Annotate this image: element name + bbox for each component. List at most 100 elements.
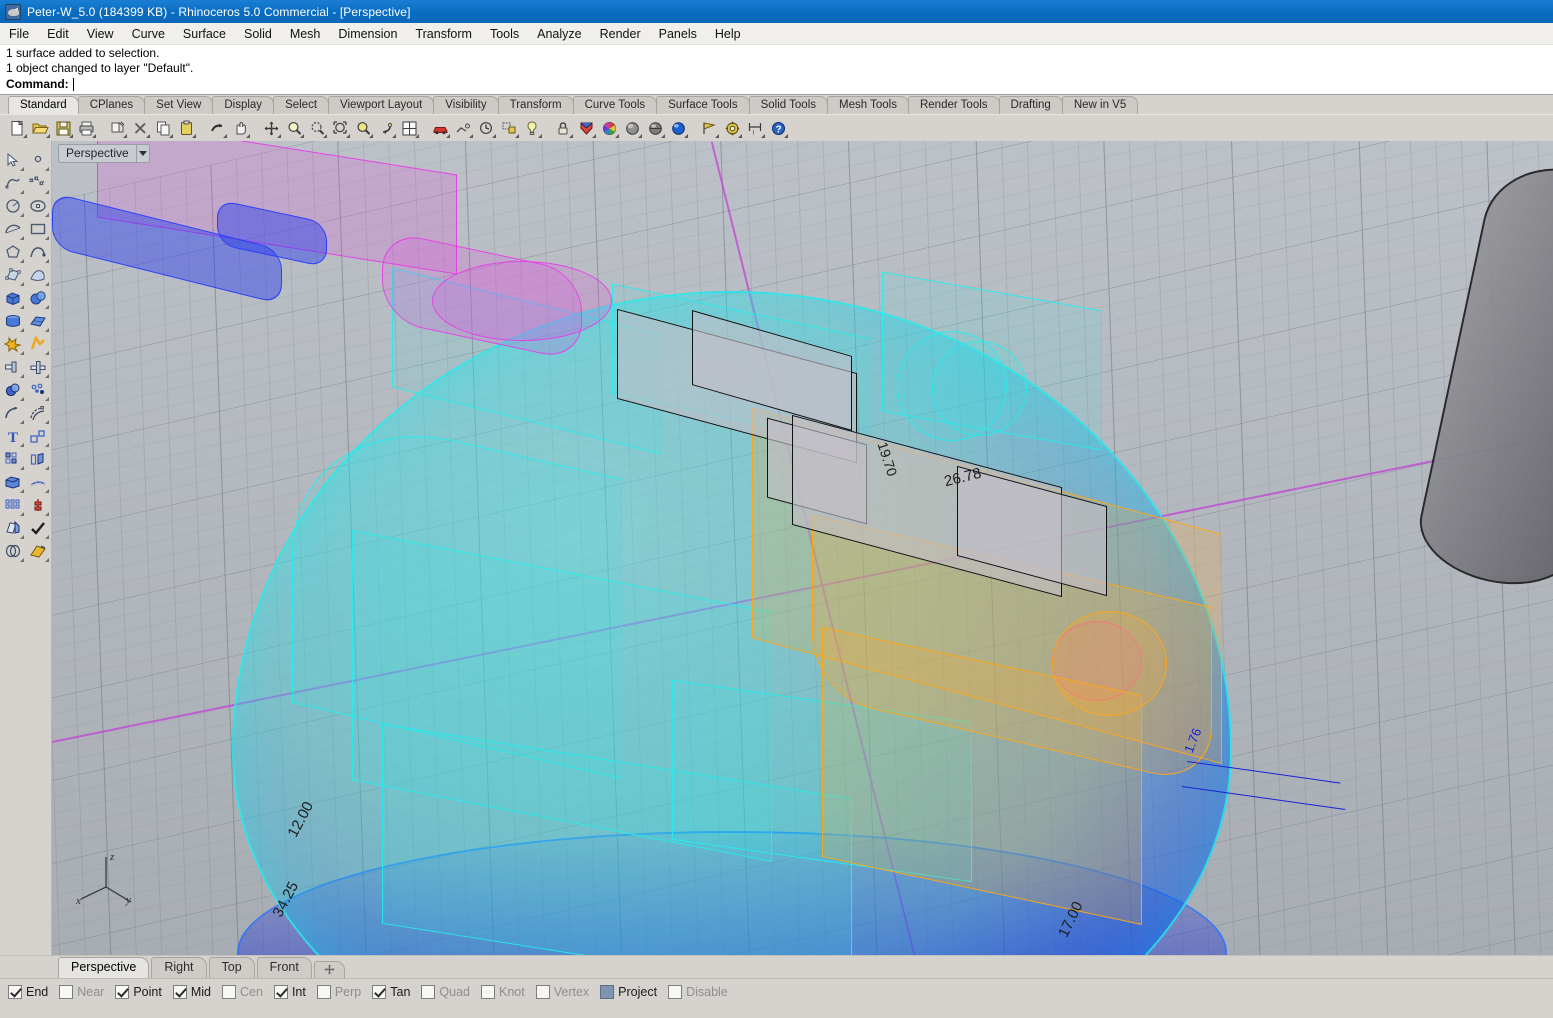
toolbar-tab-set-view[interactable]: Set View bbox=[144, 96, 214, 114]
select-arrow-icon[interactable] bbox=[0, 149, 25, 172]
osnap-point-checkbox[interactable] bbox=[115, 984, 130, 999]
osnap-knot[interactable]: Knot bbox=[481, 984, 525, 999]
menu-item-tools[interactable]: Tools bbox=[481, 25, 528, 43]
four-view-icon[interactable] bbox=[398, 117, 420, 139]
text-object-icon[interactable]: T bbox=[0, 425, 25, 448]
perspective-viewport[interactable]: 26.78 19.70 17.00 34.25 12.00 1.76 z x y bbox=[52, 141, 1553, 955]
array-icon[interactable] bbox=[0, 448, 25, 471]
cylinder-icon[interactable] bbox=[0, 310, 25, 333]
menu-item-dimension[interactable]: Dimension bbox=[329, 25, 406, 43]
menu-item-transform[interactable]: Transform bbox=[406, 25, 481, 43]
toolbar-tab-select[interactable]: Select bbox=[273, 96, 330, 114]
toolbar-tab-solid-tools[interactable]: Solid Tools bbox=[748, 96, 828, 114]
toolbar-tab-new-in-v5[interactable]: New in V5 bbox=[1061, 96, 1139, 114]
osnap-near-checkbox[interactable] bbox=[59, 984, 74, 999]
transform-icon[interactable] bbox=[25, 425, 50, 448]
osnap-disable[interactable]: Disable bbox=[668, 984, 728, 999]
delete-x-icon[interactable] bbox=[129, 117, 151, 139]
cut-object-icon[interactable] bbox=[106, 117, 128, 139]
print-icon[interactable] bbox=[75, 117, 97, 139]
toolbar-tab-render-tools[interactable]: Render Tools bbox=[907, 96, 1000, 114]
split-surface-icon[interactable] bbox=[0, 517, 25, 540]
osnap-quad[interactable]: Quad bbox=[421, 984, 470, 999]
curve-from-object-icon[interactable] bbox=[25, 241, 50, 264]
toolbar-tab-curve-tools[interactable]: Curve Tools bbox=[572, 96, 658, 114]
osnap-int[interactable]: Int bbox=[273, 984, 306, 999]
zoom-window-icon[interactable] bbox=[283, 117, 305, 139]
osnap-knot-checkbox[interactable] bbox=[481, 984, 495, 999]
toolbar-tab-display[interactable]: Display bbox=[212, 96, 275, 114]
polygon-icon[interactable] bbox=[0, 241, 25, 264]
point-cloud-icon[interactable] bbox=[25, 379, 50, 402]
options-gear-icon[interactable] bbox=[721, 117, 743, 139]
shade-grey-icon[interactable] bbox=[621, 117, 643, 139]
add-viewport-button[interactable] bbox=[313, 961, 345, 978]
menu-item-file[interactable]: File bbox=[0, 25, 38, 43]
surface-patch-icon[interactable] bbox=[25, 310, 50, 333]
menu-item-view[interactable]: View bbox=[78, 25, 123, 43]
zoom-extents-icon[interactable] bbox=[260, 117, 282, 139]
intersect-icon[interactable] bbox=[0, 540, 25, 563]
osnap-near[interactable]: Near bbox=[59, 984, 104, 999]
osnap-cen-checkbox[interactable] bbox=[222, 984, 236, 999]
clock-history-icon[interactable] bbox=[475, 117, 497, 139]
menu-item-edit[interactable]: Edit bbox=[38, 25, 78, 43]
rectangle-icon[interactable] bbox=[25, 218, 50, 241]
menu-item-solid[interactable]: Solid bbox=[235, 25, 281, 43]
osnap-quad-checkbox[interactable] bbox=[421, 984, 436, 999]
save-icon[interactable] bbox=[52, 117, 74, 139]
osnap-vertex-checkbox[interactable] bbox=[535, 984, 550, 999]
rotate-view-icon[interactable] bbox=[375, 117, 397, 139]
dimension-icon[interactable]: I bbox=[744, 117, 766, 139]
boolean-union-icon[interactable] bbox=[0, 379, 25, 402]
color-wheel-icon[interactable] bbox=[598, 117, 620, 139]
osnap-end-checkbox[interactable] bbox=[8, 984, 22, 999]
copy-icon[interactable] bbox=[152, 117, 174, 139]
point-icon[interactable] bbox=[25, 149, 50, 172]
menu-item-mesh[interactable]: Mesh bbox=[281, 25, 330, 43]
open-folder-icon[interactable] bbox=[29, 117, 51, 139]
grid-snap-icon[interactable] bbox=[0, 494, 25, 517]
viewport-tab-right[interactable]: Right bbox=[151, 957, 207, 978]
new-file-icon[interactable] bbox=[6, 117, 28, 139]
zoom-selected-icon[interactable] bbox=[306, 117, 328, 139]
surface-from-curves-icon[interactable] bbox=[25, 264, 50, 287]
named-view-icon[interactable] bbox=[498, 117, 520, 139]
zoom-target-icon[interactable] bbox=[329, 117, 351, 139]
arc-icon[interactable] bbox=[0, 218, 25, 241]
circle-icon[interactable] bbox=[0, 195, 25, 218]
osnap-project[interactable]: Project bbox=[600, 984, 657, 999]
osnap-vertex[interactable]: Vertex bbox=[535, 984, 589, 999]
menu-item-panels[interactable]: Panels bbox=[650, 25, 706, 43]
osnap-tan[interactable]: Tan bbox=[372, 984, 410, 999]
control-point-curve-icon[interactable] bbox=[25, 172, 50, 195]
toolbar-tab-transform[interactable]: Transform bbox=[497, 96, 574, 114]
zoom-dynamic-icon[interactable] bbox=[352, 117, 374, 139]
offset-curve-icon[interactable] bbox=[25, 402, 50, 425]
layers-flag-icon[interactable] bbox=[698, 117, 720, 139]
osnap-mid-checkbox[interactable] bbox=[172, 984, 187, 999]
polyline-icon[interactable] bbox=[0, 172, 25, 195]
osnap-project-checkbox[interactable] bbox=[600, 984, 615, 999]
boolean-sphere-icon[interactable] bbox=[25, 287, 50, 310]
osnap-cen[interactable]: Cen bbox=[222, 984, 263, 999]
analyze-direction-icon[interactable] bbox=[25, 494, 50, 517]
render-material-icon[interactable] bbox=[25, 540, 50, 563]
osnap-point[interactable]: Point bbox=[115, 984, 162, 999]
viewport-title-widget[interactable]: Perspective bbox=[58, 144, 150, 163]
viewport-tab-perspective[interactable]: Perspective bbox=[58, 957, 150, 978]
pan-hand-icon[interactable] bbox=[229, 117, 251, 139]
fillet-curve-icon[interactable] bbox=[0, 402, 25, 425]
cap-solid-icon[interactable] bbox=[0, 471, 25, 494]
undo-icon[interactable] bbox=[206, 117, 228, 139]
check-object-icon[interactable] bbox=[25, 517, 50, 540]
surface-edit-points-icon[interactable] bbox=[0, 264, 25, 287]
render-car-icon[interactable] bbox=[429, 117, 451, 139]
paste-icon[interactable] bbox=[175, 117, 197, 139]
viewport-tab-front[interactable]: Front bbox=[256, 957, 312, 978]
osnap-perp-checkbox[interactable] bbox=[316, 984, 331, 999]
menu-item-help[interactable]: Help bbox=[706, 25, 750, 43]
osnap-end[interactable]: End bbox=[8, 984, 48, 999]
menu-item-surface[interactable]: Surface bbox=[174, 25, 235, 43]
material-icon[interactable] bbox=[575, 117, 597, 139]
